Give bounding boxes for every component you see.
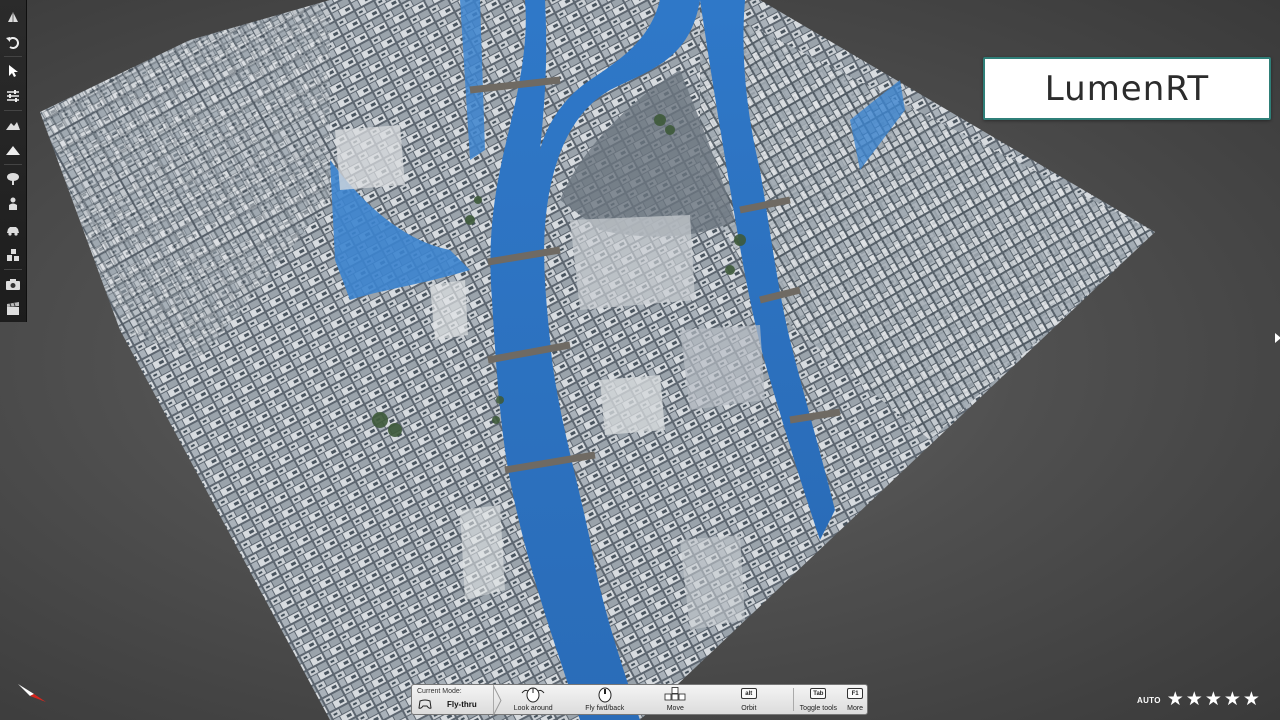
toolbar-separator bbox=[4, 56, 22, 57]
quality-star-icon[interactable]: ★ bbox=[1167, 690, 1184, 710]
mountain-icon[interactable] bbox=[2, 139, 24, 161]
terrain-icon[interactable] bbox=[2, 114, 24, 136]
current-mode-value: Fly-thru bbox=[447, 700, 477, 709]
undo-icon[interactable] bbox=[2, 32, 24, 54]
alt-key-icon: alt bbox=[740, 688, 757, 699]
toggle-tools-label: Toggle tools bbox=[799, 705, 838, 712]
fly-fwd-back-control[interactable]: Fly fwd/back bbox=[564, 685, 645, 714]
toolbar-separator bbox=[4, 268, 22, 270]
car-icon[interactable] bbox=[2, 219, 24, 241]
move-label: Move bbox=[666, 705, 684, 712]
objects-icon[interactable] bbox=[2, 244, 24, 266]
quality-star-icon[interactable]: ★ bbox=[1186, 690, 1203, 710]
toolbar-separator bbox=[4, 109, 22, 111]
compass-icon[interactable] bbox=[16, 680, 48, 708]
clapper-icon[interactable] bbox=[2, 298, 24, 320]
quality-star-icon[interactable]: ★ bbox=[1243, 690, 1260, 710]
quality-star-icon[interactable]: ★ bbox=[1205, 690, 1222, 710]
view-icon[interactable] bbox=[2, 6, 24, 28]
settings-sliders-icon[interactable] bbox=[2, 85, 24, 107]
toggle-tools-control[interactable]: Tab Toggle tools bbox=[794, 685, 844, 714]
tab-key-icon: Tab bbox=[810, 688, 827, 699]
more-label: More bbox=[847, 705, 864, 712]
move-control[interactable]: Move bbox=[645, 685, 705, 714]
lumenrt-logo: LumenRT bbox=[983, 57, 1271, 120]
arrow-keys-icon bbox=[664, 687, 686, 701]
mode-chevron-icon bbox=[492, 685, 502, 716]
orbit-control[interactable]: alt Orbit bbox=[705, 685, 792, 714]
current-mode: Current Mode: Fly-thru bbox=[412, 685, 494, 714]
toolbar-separator bbox=[4, 163, 22, 165]
tree-icon[interactable] bbox=[2, 168, 24, 190]
left-toolbar bbox=[0, 0, 27, 322]
gamepad-icon bbox=[418, 699, 432, 709]
navigation-help-bar: Current Mode: Fly-thru Look around Fly f… bbox=[411, 684, 868, 716]
more-control[interactable]: F1 More bbox=[843, 685, 867, 714]
look-around-label: Look around bbox=[513, 705, 553, 712]
quality-star-icon[interactable]: ★ bbox=[1224, 690, 1241, 710]
select-icon[interactable] bbox=[2, 60, 24, 82]
camera-icon[interactable] bbox=[2, 273, 24, 295]
current-mode-label: Current Mode: bbox=[417, 688, 462, 695]
fly-fwd-back-label: Fly fwd/back bbox=[585, 705, 625, 712]
mouse-look-icon bbox=[521, 687, 545, 703]
mouse-wheel-icon bbox=[598, 687, 612, 703]
orbit-label: Orbit bbox=[741, 705, 757, 712]
look-around-control[interactable]: Look around bbox=[502, 685, 564, 714]
edge-arrow-icon bbox=[1275, 333, 1280, 343]
f1-key-icon: F1 bbox=[847, 688, 864, 699]
quality-selector[interactable]: AUTO ★ ★ ★ ★ ★ bbox=[1137, 690, 1262, 710]
quality-auto-label: AUTO bbox=[1137, 695, 1161, 705]
logo-text: LumenRT bbox=[1044, 68, 1210, 109]
person-icon[interactable] bbox=[2, 193, 24, 215]
